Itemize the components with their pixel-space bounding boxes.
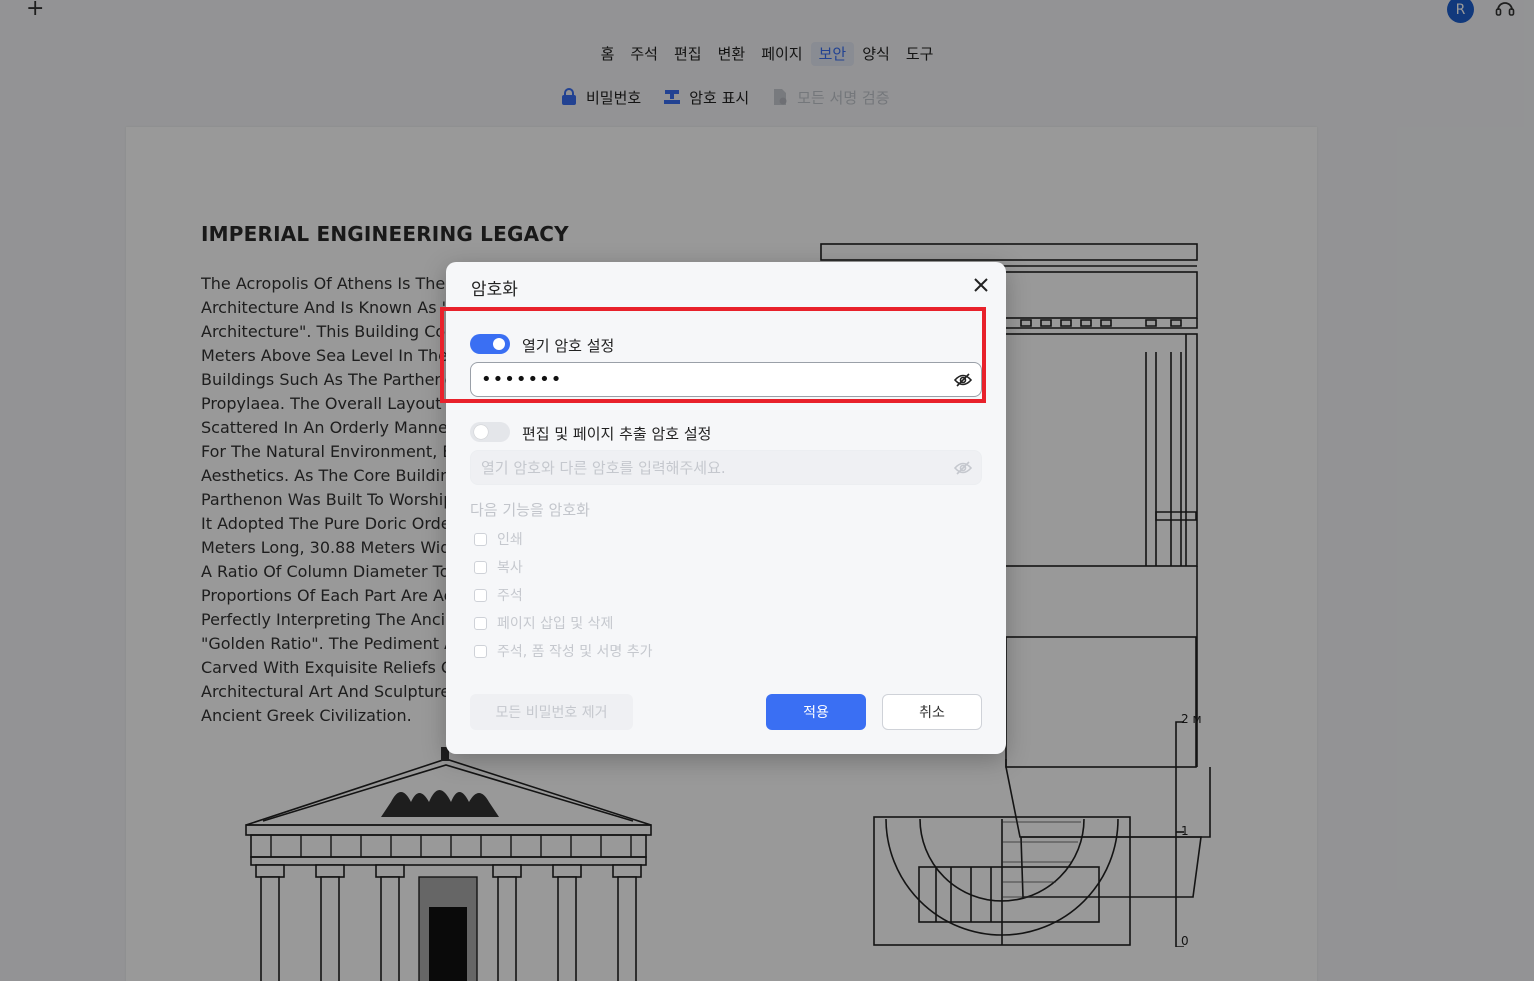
dialog-title: 암호화 — [471, 280, 518, 300]
edit-password-label: 편집 및 페이지 추출 암호 설정 — [522, 425, 712, 443]
annotate-option[interactable]: 주석 — [474, 585, 523, 605]
toggle-knob — [474, 425, 488, 439]
option-label: 주석 — [497, 588, 523, 604]
option-label: 주석, 폼 작성 및 서명 추가 — [497, 644, 653, 660]
checkbox[interactable] — [474, 644, 487, 658]
highlight-box — [440, 307, 986, 403]
cancel-button[interactable]: 취소 — [882, 694, 982, 730]
option-label: 페이지 삽입 및 삭제 — [497, 616, 614, 632]
option-label: 인쇄 — [497, 532, 523, 548]
remove-all-passwords-button[interactable]: 모든 비밀번호 제거 — [470, 694, 633, 730]
checkbox[interactable] — [474, 588, 487, 602]
page-insert-delete-option[interactable]: 페이지 삽입 및 삭제 — [474, 613, 613, 633]
checkbox[interactable] — [474, 532, 487, 546]
checkbox[interactable] — [474, 560, 487, 574]
encrypt-features-label: 다음 기능을 암호화 — [470, 501, 590, 519]
option-label: 복사 — [497, 560, 523, 576]
annotate-form-sign-option[interactable]: 주석, 폼 작성 및 서명 추가 — [474, 641, 653, 661]
encryption-dialog: 암호화 열기 암호 설정 편집 및 페이지 추출 암호 설정 다음 기능을 암호… — [440, 262, 1006, 754]
checkbox[interactable] — [474, 616, 487, 630]
edit-password-field[interactable] — [470, 450, 982, 485]
edit-password-toggle[interactable] — [470, 422, 510, 442]
eye-off-icon[interactable] — [954, 459, 972, 477]
edit-password-input[interactable] — [481, 451, 941, 484]
apply-button[interactable]: 적용 — [766, 694, 866, 730]
print-option[interactable]: 인쇄 — [474, 529, 523, 549]
close-icon[interactable] — [972, 276, 990, 294]
copy-option[interactable]: 복사 — [474, 557, 523, 577]
